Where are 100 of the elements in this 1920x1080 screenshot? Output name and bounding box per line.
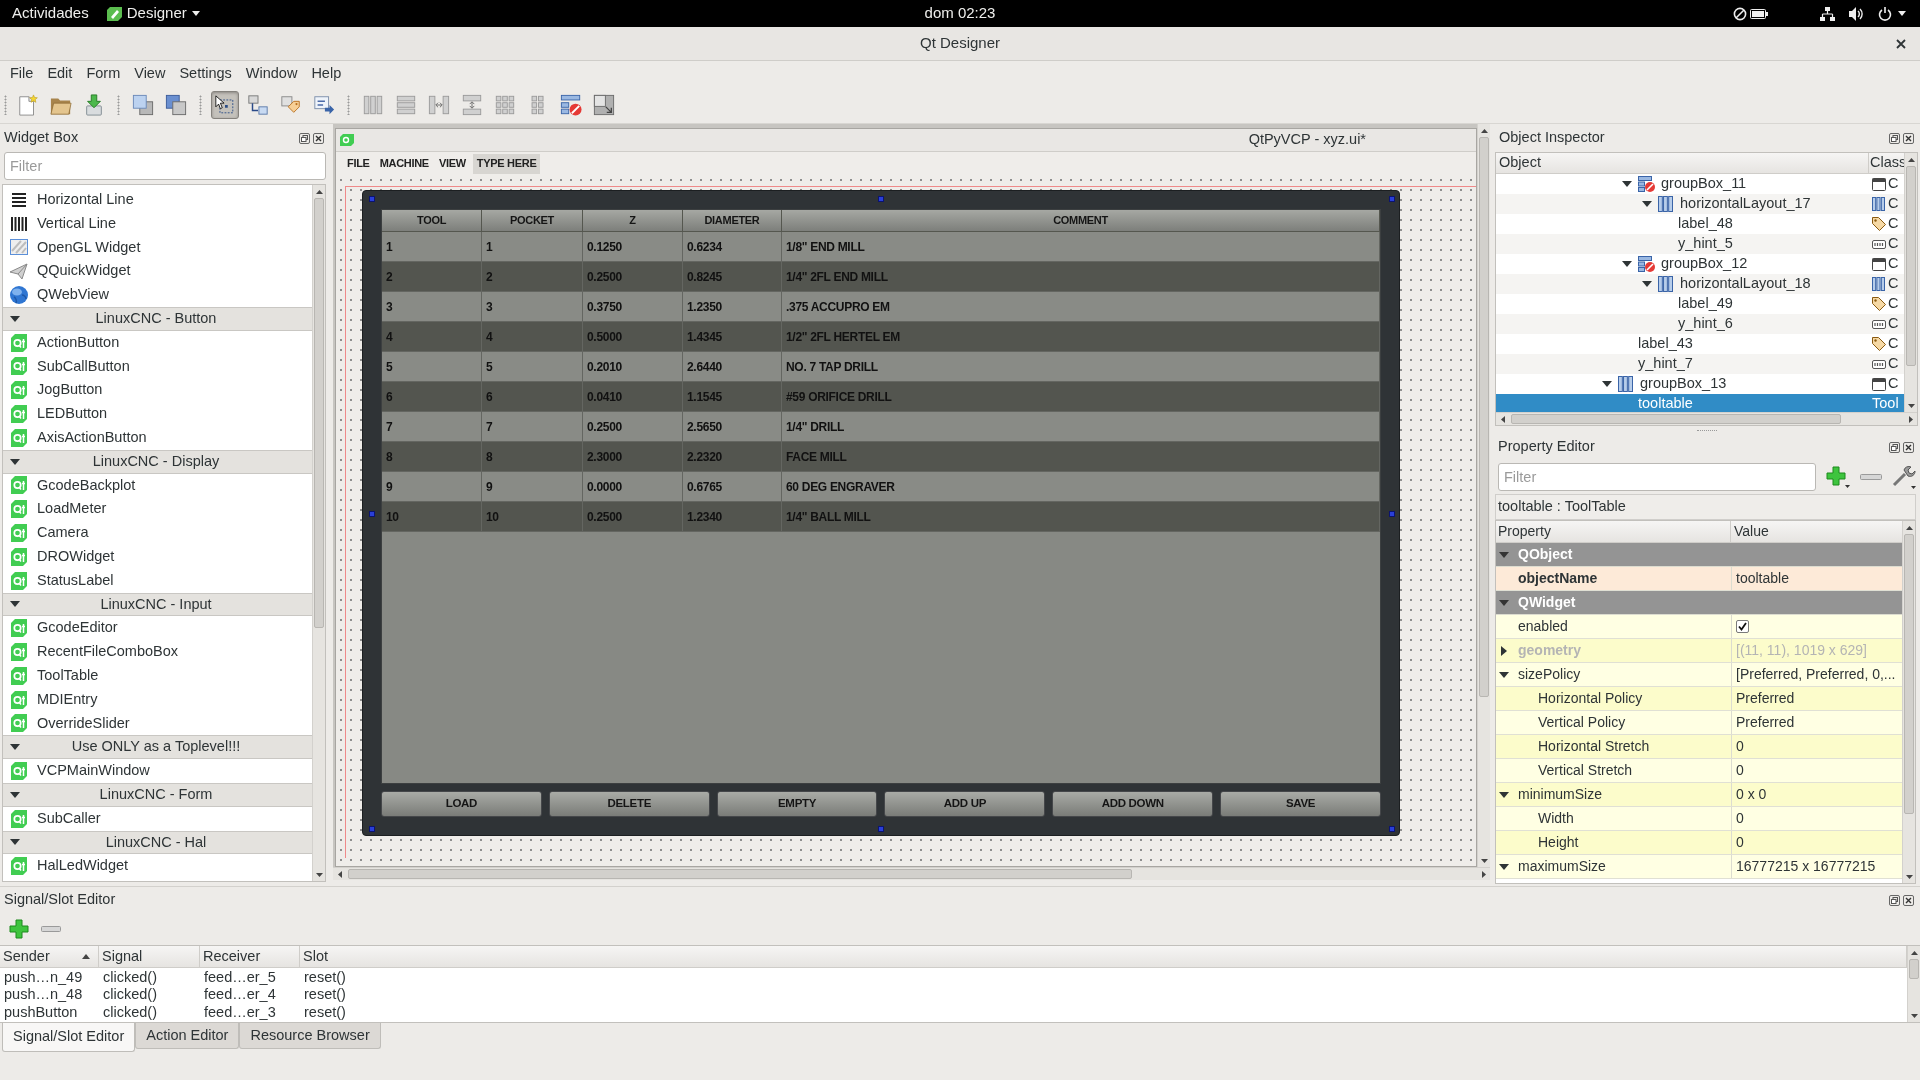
- menu-item[interactable]: FILE: [344, 153, 373, 174]
- property-value[interactable]: tooltable: [1736, 568, 1789, 589]
- caret-down-icon[interactable]: [10, 601, 20, 608]
- scrollbar[interactable]: [1477, 124, 1490, 867]
- clock[interactable]: dom 02:23: [924, 2, 996, 25]
- tab[interactable]: Action Editor: [135, 1023, 240, 1049]
- caret-down-icon[interactable]: [1499, 671, 1509, 678]
- scrollbar-thumb[interactable]: [1906, 166, 1916, 366]
- filter-field[interactable]: Filter: [1498, 463, 1816, 491]
- property-value[interactable]: [Preferred, Preferred, 0,...: [1736, 664, 1896, 685]
- property-value[interactable]: 16777215 x 16777215: [1736, 856, 1876, 877]
- category-header[interactable]: LinuxCNC - Hal: [3, 830, 312, 855]
- caret-down-icon[interactable]: [10, 458, 20, 465]
- column-header[interactable]: Signal: [99, 946, 200, 968]
- caret-down-icon[interactable]: [10, 791, 20, 798]
- property-value[interactable]: 0: [1736, 760, 1744, 781]
- scroll-up-icon[interactable]: [315, 189, 323, 194]
- scrollbar-thumb[interactable]: [314, 198, 324, 628]
- action-button[interactable]: LOAD: [381, 791, 542, 817]
- resize-handle[interactable]: [1389, 511, 1395, 517]
- scroll-down-icon[interactable]: [1480, 858, 1488, 863]
- menu-item[interactable]: Edit: [40, 62, 80, 85]
- category-header[interactable]: LinuxCNC - Input: [3, 592, 312, 617]
- scroll-left-icon[interactable]: [337, 870, 342, 878]
- activities-button[interactable]: Actividades: [12, 2, 89, 25]
- caret-down-icon[interactable]: [1499, 791, 1509, 798]
- menu-item[interactable]: Form: [79, 62, 128, 85]
- caret-down-icon[interactable]: [1499, 863, 1509, 870]
- menu-item[interactable]: Help: [304, 62, 349, 85]
- scrollbar-thumb[interactable]: [1511, 414, 1841, 424]
- action-button[interactable]: SAVE: [1220, 791, 1381, 817]
- property-value[interactable]: Preferred: [1736, 712, 1795, 733]
- caret-down-icon[interactable]: [10, 744, 20, 751]
- caret-down-icon[interactable]: [1622, 261, 1632, 267]
- tree-row[interactable]: y_hint_7 C: [1496, 354, 1904, 374]
- tab[interactable]: Signal/Slot Editor: [2, 1023, 136, 1052]
- category-header[interactable]: LinuxCNC - Button: [3, 307, 312, 331]
- battery-icon[interactable]: [1750, 8, 1768, 19]
- scrollbar[interactable]: [1904, 153, 1917, 412]
- caret-down-icon[interactable]: [10, 315, 20, 322]
- scrollbar-thumb[interactable]: [1904, 534, 1914, 814]
- scrollbar-thumb[interactable]: [1909, 959, 1919, 979]
- caret-down-icon[interactable]: [1642, 201, 1652, 207]
- resize-handle[interactable]: [369, 826, 375, 832]
- caret-down-icon[interactable]: [1642, 281, 1652, 287]
- widget-list-item[interactable]: Horizontal Line: [3, 188, 312, 212]
- column-header[interactable]: Object: [1496, 153, 1869, 173]
- menu-item[interactable]: VIEW: [435, 153, 469, 174]
- menu-item[interactable]: Window: [238, 62, 305, 85]
- widget-list-item[interactable]: Camera: [3, 521, 312, 545]
- scrollbar[interactable]: [1902, 521, 1915, 883]
- scrollbar-thumb[interactable]: [348, 869, 1132, 879]
- widget-list-item[interactable]: StatusLabel: [3, 568, 312, 593]
- wrench-icon[interactable]: [1892, 465, 1916, 489]
- tab[interactable]: Resource Browser: [239, 1023, 381, 1049]
- caret-down-icon[interactable]: [10, 839, 20, 846]
- scroll-up-icon[interactable]: [1905, 525, 1913, 530]
- widget-list-item[interactable]: SubCaller: [3, 806, 312, 831]
- scroll-up-icon[interactable]: [1480, 128, 1488, 133]
- category-header[interactable]: LinuxCNC - Display: [3, 449, 312, 474]
- volume-icon[interactable]: [1849, 6, 1864, 21]
- scroll-right-icon[interactable]: [1908, 415, 1913, 423]
- menu-item[interactable]: MACHINE: [376, 153, 432, 174]
- resize-handle[interactable]: [878, 826, 884, 832]
- float-icon[interactable]: [1889, 441, 1900, 453]
- close-icon[interactable]: [313, 132, 324, 144]
- scroll-up-icon[interactable]: [1907, 157, 1915, 162]
- slashed-circle-icon[interactable]: [1733, 6, 1747, 21]
- float-icon[interactable]: [299, 132, 310, 144]
- widget-list-item[interactable]: QWebView: [3, 283, 312, 307]
- add-icon[interactable]: [1826, 466, 1850, 488]
- caret-down-icon[interactable]: [1622, 181, 1632, 187]
- scrollbar[interactable]: [312, 185, 325, 881]
- scrollbar-thumb[interactable]: [1479, 137, 1489, 697]
- widget-list-item[interactable]: MDIEntry: [3, 687, 312, 712]
- category-header[interactable]: LinuxCNC - Form: [3, 782, 312, 807]
- widget-list-item[interactable]: Vertical Line: [3, 211, 312, 236]
- power-icon[interactable]: [1878, 6, 1892, 21]
- add-icon[interactable]: [9, 919, 29, 939]
- widget-list-item[interactable]: VCPMainWindow: [3, 759, 312, 783]
- action-button[interactable]: ADD UP: [884, 791, 1046, 817]
- action-button[interactable]: DELETE: [548, 791, 710, 817]
- property-value[interactable]: 0 x 0: [1736, 784, 1767, 805]
- close-icon[interactable]: [1903, 894, 1914, 906]
- widget-list-item[interactable]: ActionButton: [3, 330, 312, 355]
- type-here-item[interactable]: TYPE HERE: [472, 153, 541, 174]
- scrollbar[interactable]: [1907, 946, 1920, 1022]
- column-header[interactable]: Property: [1496, 521, 1731, 542]
- filter-field[interactable]: Filter: [4, 152, 326, 180]
- widget-list-item[interactable]: LEDButton: [3, 402, 312, 426]
- widget-list-item[interactable]: GcodeEditor: [3, 616, 312, 641]
- caret-down-icon[interactable]: [1898, 11, 1906, 16]
- tree-row[interactable]: horizontalLayout_18 C: [1496, 274, 1904, 294]
- tree-row[interactable]: y_hint_5 C: [1496, 234, 1904, 254]
- scroll-down-icon[interactable]: [315, 872, 323, 877]
- checkbox[interactable]: [1736, 620, 1749, 633]
- tree-row[interactable]: tooltable Tool: [1496, 394, 1904, 414]
- scroll-right-icon[interactable]: [1481, 870, 1486, 878]
- widget-list-item[interactable]: QQuickWidget: [3, 259, 312, 284]
- property-value[interactable]: 0: [1736, 832, 1744, 853]
